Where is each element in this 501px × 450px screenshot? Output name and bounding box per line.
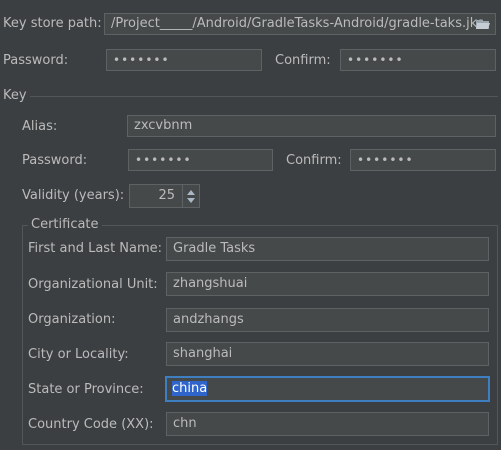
- first-last-name-field[interactable]: Gradle Tasks: [166, 237, 489, 261]
- country-code-field[interactable]: chn: [166, 412, 489, 436]
- keystore-password-field[interactable]: •••••••: [106, 49, 262, 71]
- state-label: State or Province:: [28, 382, 144, 397]
- chevron-up-icon[interactable]: [186, 189, 195, 195]
- keystore-path-value: /Project_____/Android/GradleTasks-Androi…: [111, 16, 485, 31]
- first-last-name-label: First and Last Name:: [28, 241, 163, 256]
- state-value-selected: china: [172, 381, 208, 396]
- certificate-legend: Certificate: [28, 217, 102, 233]
- key-password-label: Password:: [22, 153, 88, 168]
- key-section-divider: [30, 96, 498, 97]
- browse-keystore-button[interactable]: [473, 14, 493, 34]
- city-field[interactable]: shanghai: [166, 342, 489, 366]
- keystore-path-label: Key store path:: [3, 16, 102, 31]
- chevron-down-icon[interactable]: [186, 197, 195, 203]
- alias-label: Alias:: [22, 119, 58, 134]
- org-unit-field[interactable]: zhangshuai: [166, 272, 489, 296]
- keystore-confirm-label: Confirm:: [275, 53, 331, 68]
- keystore-path-field[interactable]: /Project_____/Android/GradleTasks-Androi…: [104, 13, 496, 35]
- key-confirm-field[interactable]: •••••••: [350, 149, 496, 171]
- key-password-field[interactable]: •••••••: [128, 149, 273, 171]
- alias-field[interactable]: zxcvbnm: [127, 115, 496, 137]
- org-unit-label: Organizational Unit:: [28, 277, 158, 292]
- country-code-label: Country Code (XX):: [28, 417, 154, 432]
- city-label: City or Locality:: [28, 347, 129, 362]
- state-field[interactable]: china: [165, 376, 490, 402]
- validity-spinner-buttons[interactable]: [182, 185, 198, 207]
- key-confirm-label: Confirm:: [286, 153, 342, 168]
- organization-label: Organization:: [28, 312, 116, 327]
- keystore-confirm-field[interactable]: •••••••: [340, 49, 496, 71]
- key-section-title: Key: [3, 88, 27, 103]
- validity-label: Validity (years):: [22, 188, 125, 203]
- validity-value: 25: [158, 188, 175, 203]
- organization-field[interactable]: andzhangs: [166, 308, 489, 332]
- keystore-password-label: Password:: [3, 53, 69, 68]
- folder-icon: [476, 19, 490, 29]
